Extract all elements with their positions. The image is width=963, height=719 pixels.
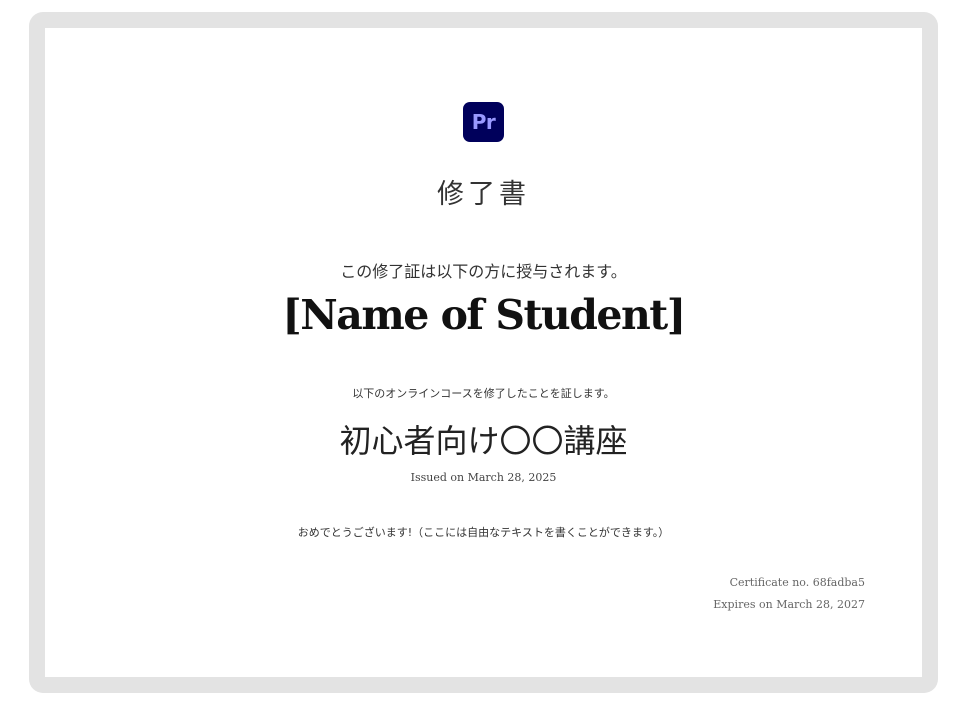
logo-text: Pr	[471, 110, 496, 134]
certificate-title: 修了書	[437, 179, 530, 210]
certificate-number: Certificate no. 68fadba5	[729, 576, 865, 589]
certificate-card: Pr 修了書 この修了証は以下の方に授与されます。 [Name of Stude…	[45, 28, 922, 677]
issue-date: Issued on March 28, 2025	[410, 471, 557, 484]
expiration-date: Expires on March 28, 2027	[713, 598, 865, 611]
awarded-text: この修了証は以下の方に授与されます。	[340, 262, 627, 281]
student-name: [Name of Student]	[282, 291, 686, 339]
certificate-frame: Pr 修了書 この修了証は以下の方に授与されます。 [Name of Stude…	[29, 12, 938, 693]
completed-text: 以下のオンラインコースを修了したことを証します。	[352, 387, 615, 400]
congratulations-message: おめでとうございます!（ここには自由なテキストを書くことができます。）	[297, 526, 670, 539]
course-name: 初心者向け〇〇講座	[339, 422, 628, 460]
premiere-pro-logo-icon: Pr	[463, 102, 504, 142]
